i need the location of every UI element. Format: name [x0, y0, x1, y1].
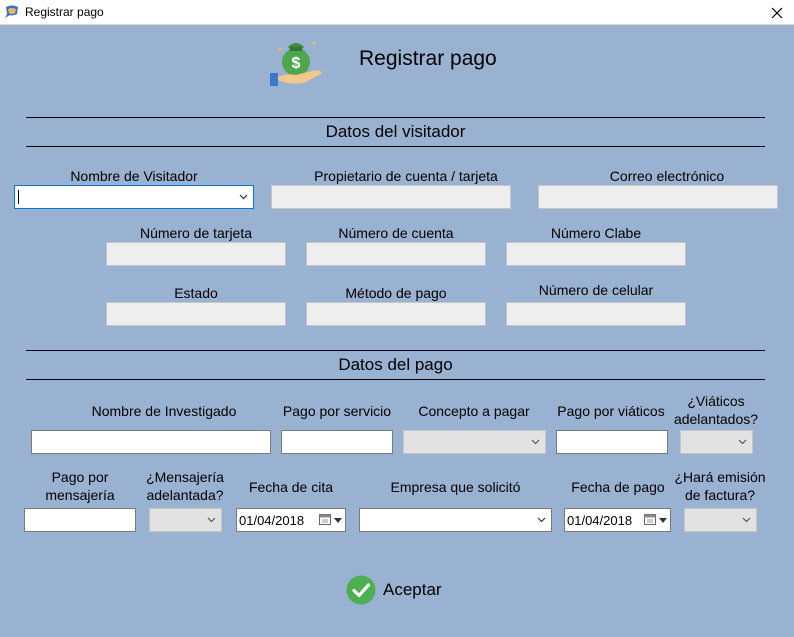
- mensajeria-adelantada-select[interactable]: [149, 508, 222, 532]
- pago-mensajeria-label: Pago por mensajería: [24, 468, 136, 504]
- calendar-icon: [319, 514, 331, 525]
- chevron-down-icon: [742, 517, 751, 523]
- fecha-cita-label: Fecha de cita: [248, 479, 334, 495]
- section-title-visitor: Datos del visitador: [325, 122, 466, 141]
- checkmark-icon: [346, 575, 376, 605]
- numero-tarjeta-field[interactable]: [106, 242, 286, 266]
- empresa-select[interactable]: [359, 508, 552, 532]
- chevron-down-icon: [239, 194, 248, 200]
- mensajeria-adelantada-label: ¿Mensajería adelantada?: [141, 468, 229, 504]
- fecha-pago-picker[interactable]: 01/04/2018: [564, 508, 671, 532]
- window-title: Registrar pago: [25, 5, 104, 19]
- numero-celular-label: Número de celular: [538, 282, 654, 298]
- viaticos-adelantados-select[interactable]: [680, 430, 753, 454]
- pago-mensajeria-field[interactable]: [24, 508, 136, 532]
- fecha-cita-picker[interactable]: 01/04/2018: [236, 508, 346, 532]
- fecha-pago-label: Fecha de pago: [571, 479, 665, 495]
- emision-factura-label: ¿Hará emisión de factura?: [672, 468, 768, 504]
- chevron-down-icon: [738, 439, 747, 445]
- chevron-down-icon: [659, 518, 667, 523]
- numero-clabe-field[interactable]: [506, 242, 686, 266]
- fecha-pago-value: 01/04/2018: [567, 513, 633, 528]
- divider: [26, 350, 765, 351]
- metodo-pago-label: Método de pago: [345, 285, 447, 301]
- calendar-icon: [644, 514, 656, 525]
- accept-button-label: Aceptar: [383, 580, 442, 599]
- divider: [26, 146, 765, 147]
- chevron-down-icon: [531, 439, 540, 445]
- chevron-down-icon: [537, 517, 546, 523]
- close-button[interactable]: [760, 0, 794, 25]
- title-bar: Registrar pago: [0, 0, 794, 25]
- nombre-visitador-select[interactable]: [14, 185, 254, 209]
- section-title-payment: Datos del pago: [338, 355, 453, 374]
- concepto-label: Concepto a pagar: [418, 403, 530, 419]
- estado-label: Estado: [174, 285, 218, 301]
- label-line: ¿Mensajería: [146, 469, 224, 485]
- app-icon: [5, 5, 18, 18]
- pago-viaticos-field[interactable]: [556, 430, 668, 454]
- numero-cuenta-label: Número de cuenta: [338, 225, 454, 241]
- label-line: Pago por: [51, 469, 109, 485]
- divider: [26, 379, 765, 380]
- chevron-down-icon: [207, 517, 216, 523]
- svg-text:$: $: [292, 55, 301, 72]
- label-line: ¿Viáticos: [687, 393, 745, 409]
- money-bag-hand-icon: $: [270, 41, 322, 86]
- label-line: ¿Hará emisión: [674, 469, 766, 485]
- fecha-cita-value: 01/04/2018: [239, 513, 305, 528]
- concepto-select[interactable]: [403, 430, 546, 454]
- accept-button[interactable]: Aceptar: [346, 574, 442, 606]
- propietario-label: Propietario de cuenta / tarjeta: [314, 168, 498, 184]
- pago-viaticos-label: Pago por viáticos: [557, 403, 665, 419]
- text-caret: [18, 190, 19, 204]
- divider: [26, 117, 765, 118]
- label-line: adelantada?: [146, 487, 224, 503]
- correo-field[interactable]: [538, 185, 778, 209]
- pago-servicio-field[interactable]: [281, 430, 393, 454]
- chevron-down-icon: [334, 518, 342, 523]
- close-icon: [771, 7, 783, 18]
- correo-label: Correo electrónico: [609, 168, 725, 184]
- propietario-field[interactable]: [271, 185, 511, 209]
- numero-cuenta-field[interactable]: [306, 242, 486, 266]
- numero-celular-field[interactable]: [506, 302, 686, 326]
- form-client-area: $ Registrar pago Datos del visitador Nom…: [0, 25, 794, 637]
- nombre-visitador-label: Nombre de Visitador: [70, 168, 198, 184]
- nombre-investigado-field[interactable]: [31, 430, 271, 454]
- numero-tarjeta-label: Número de tarjeta: [139, 225, 253, 241]
- pago-servicio-label: Pago por servicio: [282, 403, 392, 419]
- nombre-investigado-label: Nombre de Investigado: [91, 403, 237, 419]
- viaticos-adelantados-label: ¿Viáticos adelantados?: [672, 392, 760, 428]
- estado-field[interactable]: [106, 302, 286, 326]
- label-line: adelantados?: [673, 411, 759, 427]
- emision-factura-select[interactable]: [684, 508, 757, 532]
- label-line: mensajería: [45, 487, 115, 503]
- empresa-label: Empresa que solicitó: [390, 479, 521, 495]
- numero-clabe-label: Número Clabe: [550, 225, 642, 241]
- page-title: Registrar pago: [359, 47, 497, 70]
- label-line: de factura?: [684, 487, 756, 503]
- metodo-pago-field[interactable]: [306, 302, 486, 326]
